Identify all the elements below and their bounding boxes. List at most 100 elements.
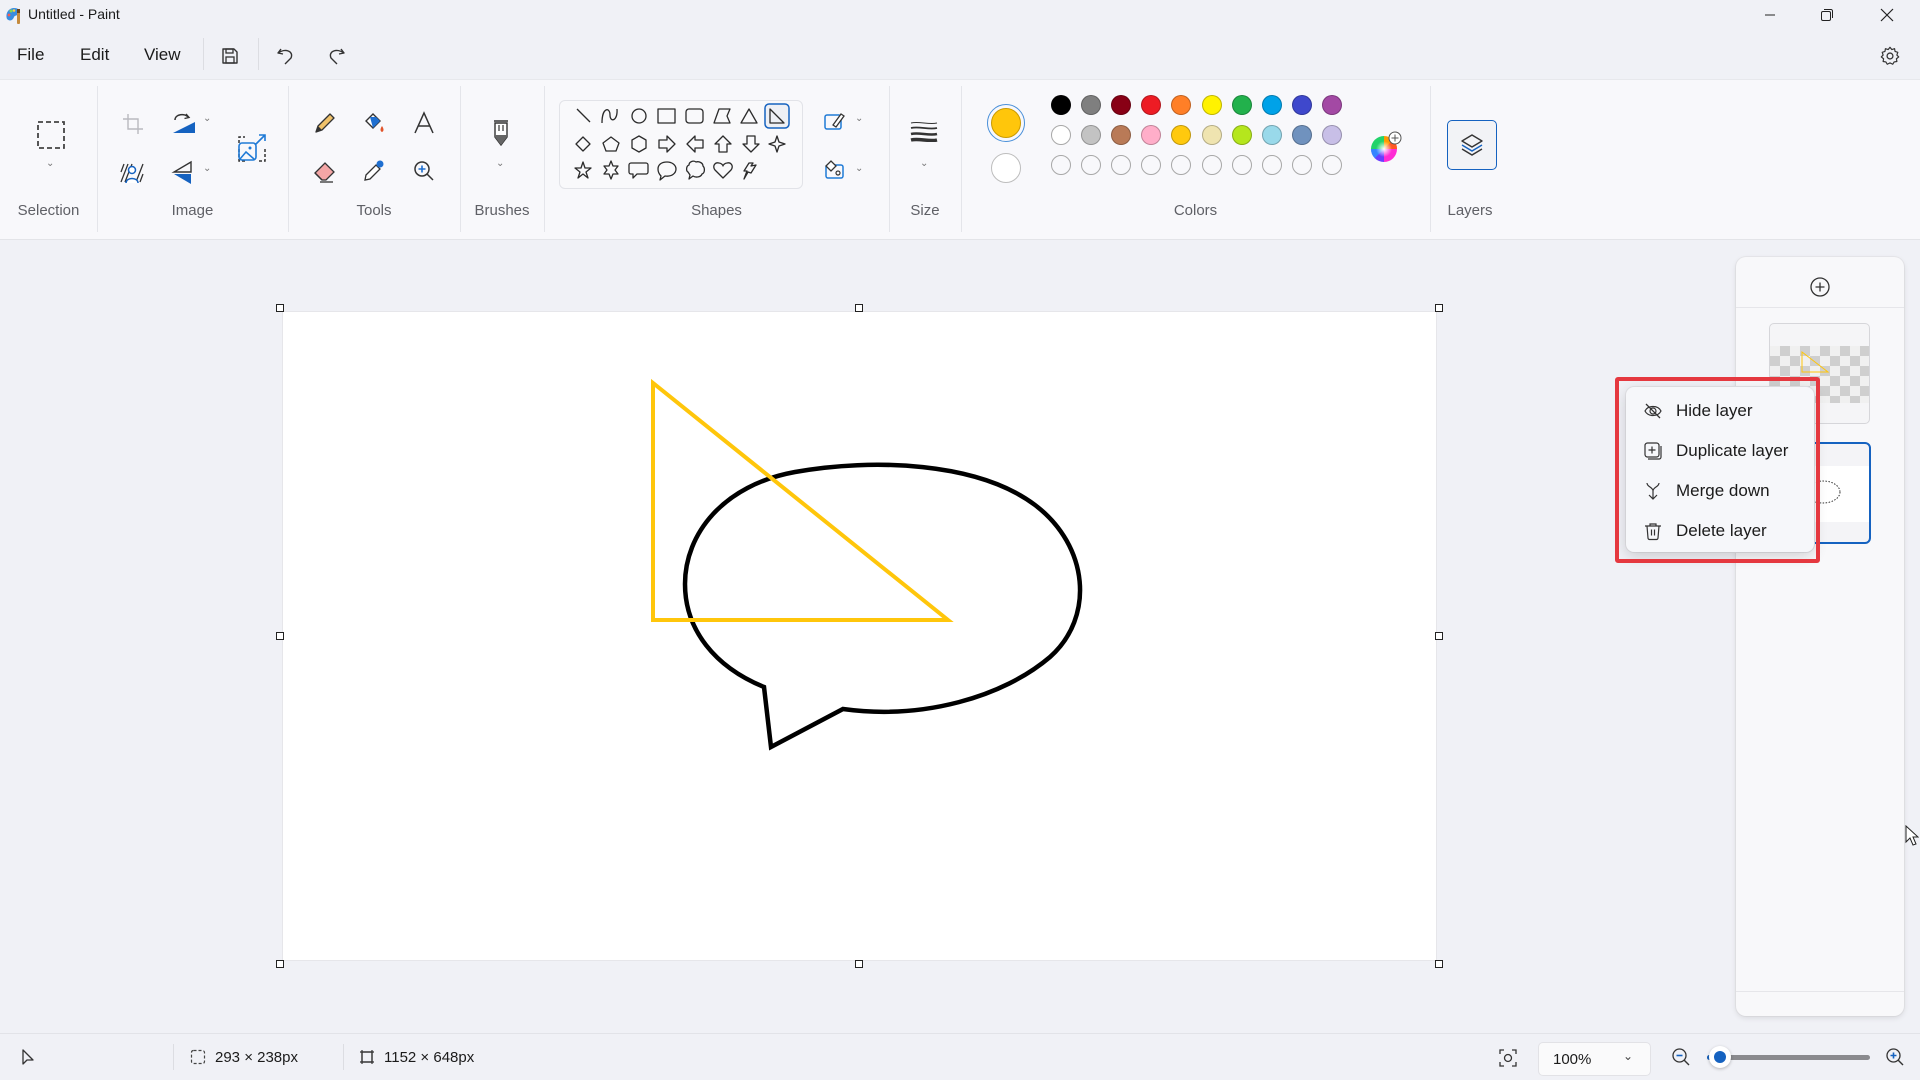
zoom-in-button[interactable] [1882, 1044, 1908, 1070]
outline-button[interactable] [820, 108, 850, 134]
crop-button[interactable] [118, 110, 148, 138]
diamond-shape-icon[interactable] [575, 136, 591, 152]
rounded-rectangle-shape-icon[interactable] [685, 108, 704, 124]
resize-handle-top-right[interactable] [1435, 304, 1443, 312]
brushes-button[interactable] [485, 114, 517, 154]
four-point-star-shape-icon[interactable] [768, 135, 786, 153]
close-button[interactable] [1864, 0, 1910, 30]
menu-item-delete-layer[interactable]: Delete layer [1626, 513, 1814, 549]
selection-tool-button[interactable] [34, 118, 68, 152]
color-swatch[interactable] [1321, 95, 1342, 115]
color-picker-tool-button[interactable] [357, 154, 391, 188]
size-button[interactable] [906, 116, 942, 146]
oval-callout-shape-icon[interactable] [657, 161, 677, 181]
color-swatch[interactable] [1081, 125, 1102, 145]
menu-edit[interactable]: Edit [80, 45, 109, 65]
remove-background-button[interactable] [116, 158, 148, 188]
polygon-shape-icon[interactable] [713, 108, 731, 124]
eraser-tool-button[interactable] [308, 154, 342, 188]
fit-to-window-button[interactable] [1494, 1044, 1522, 1072]
edit-colors-button[interactable] [1368, 129, 1404, 165]
color-swatch[interactable] [1231, 125, 1252, 145]
resize-handle-bottom-right[interactable] [1435, 960, 1443, 968]
color-swatch[interactable] [1081, 95, 1102, 115]
menu-view[interactable]: View [144, 45, 181, 65]
layers-button[interactable] [1447, 120, 1497, 170]
magnifier-tool-button[interactable] [407, 154, 441, 188]
oval-shape-icon[interactable] [631, 108, 647, 124]
selection-dropdown-chevron[interactable]: ⌄ [46, 158, 54, 169]
redo-button[interactable] [322, 42, 350, 70]
up-arrow-shape-icon[interactable] [714, 135, 732, 153]
cloud-callout-shape-icon[interactable] [685, 160, 706, 180]
fill-shape-dropdown-chevron[interactable]: ⌄ [855, 163, 863, 174]
empty-custom-color-slot[interactable] [1321, 155, 1342, 175]
menu-item-duplicate-layer[interactable]: Duplicate layer [1626, 433, 1814, 469]
resize-handle-right[interactable] [1435, 632, 1443, 640]
rotate-dropdown-chevron[interactable]: ⌄ [203, 113, 211, 124]
flip-button[interactable] [168, 158, 200, 188]
resize-handle-bottom[interactable] [855, 960, 863, 968]
secondary-color-swatch[interactable] [991, 153, 1021, 183]
zoom-slider-track[interactable] [1707, 1055, 1870, 1060]
zoom-slider-thumb[interactable] [1709, 1046, 1732, 1068]
resize-handle-left[interactable] [276, 632, 284, 640]
flip-dropdown-chevron[interactable]: ⌄ [203, 163, 211, 174]
empty-custom-color-slot[interactable] [1261, 155, 1282, 175]
maximize-button[interactable] [1804, 0, 1850, 30]
empty-custom-color-slot[interactable] [1231, 155, 1252, 175]
triangle-shape-icon[interactable] [740, 108, 758, 124]
fill-tool-button[interactable] [357, 106, 391, 140]
right-arrow-shape-icon[interactable] [658, 135, 676, 153]
drawing-canvas[interactable] [283, 312, 1436, 960]
empty-custom-color-slot[interactable] [1081, 155, 1102, 175]
resize-handle-top-left[interactable] [276, 304, 284, 312]
minimize-button[interactable] [1747, 0, 1793, 30]
heart-shape-icon[interactable] [713, 162, 733, 179]
color-swatch[interactable] [1291, 125, 1312, 145]
right-triangle-shape-icon[interactable] [764, 103, 790, 129]
rectangle-shape-icon[interactable] [657, 108, 676, 124]
menu-item-merge-down[interactable]: Merge down [1626, 473, 1814, 509]
menu-file[interactable]: File [17, 45, 44, 65]
outline-dropdown-chevron[interactable]: ⌄ [855, 113, 863, 124]
empty-custom-color-slot[interactable] [1051, 155, 1071, 175]
resize-handle-bottom-left[interactable] [276, 960, 284, 968]
down-arrow-shape-icon[interactable] [742, 135, 760, 153]
fill-shape-button[interactable] [820, 156, 850, 182]
pentagon-shape-icon[interactable] [602, 136, 620, 152]
six-point-star-shape-icon[interactable] [603, 160, 619, 180]
color-swatch[interactable] [1051, 95, 1071, 115]
hexagon-shape-icon[interactable] [631, 135, 647, 153]
zoom-out-button[interactable] [1668, 1044, 1694, 1070]
color-swatch[interactable] [1051, 125, 1071, 145]
size-dropdown-chevron[interactable]: ⌄ [920, 158, 928, 169]
zoom-level-dropdown[interactable]: 100% ⌄ [1538, 1042, 1651, 1076]
rotate-button[interactable] [168, 108, 200, 138]
resize-handle-top[interactable] [855, 304, 863, 312]
settings-button[interactable] [1876, 42, 1904, 70]
color-swatch[interactable] [1201, 125, 1222, 145]
curve-shape-icon[interactable] [601, 108, 618, 124]
rectangular-callout-shape-icon[interactable] [628, 162, 649, 179]
resize-button[interactable] [234, 130, 270, 166]
color-swatch[interactable] [1261, 125, 1282, 145]
left-arrow-shape-icon[interactable] [686, 135, 704, 153]
empty-custom-color-slot[interactable] [1201, 155, 1222, 175]
empty-custom-color-slot[interactable] [1291, 155, 1312, 175]
add-layer-button[interactable] [1806, 273, 1834, 301]
brushes-dropdown-chevron[interactable]: ⌄ [496, 158, 504, 169]
color-swatch[interactable] [1261, 95, 1282, 115]
menu-item-hide-layer[interactable]: Hide layer [1626, 393, 1814, 429]
color-swatch[interactable] [1231, 95, 1252, 115]
pencil-tool-button[interactable] [308, 106, 342, 140]
five-point-star-shape-icon[interactable] [574, 161, 592, 179]
primary-color-button[interactable] [987, 104, 1025, 142]
undo-button[interactable] [272, 42, 300, 70]
color-swatch[interactable] [1291, 95, 1312, 115]
color-swatch[interactable] [1201, 95, 1222, 115]
line-shape-icon[interactable] [576, 108, 591, 123]
color-swatch[interactable] [1321, 125, 1342, 145]
save-button[interactable] [216, 42, 244, 70]
lightning-shape-icon[interactable] [743, 162, 757, 180]
